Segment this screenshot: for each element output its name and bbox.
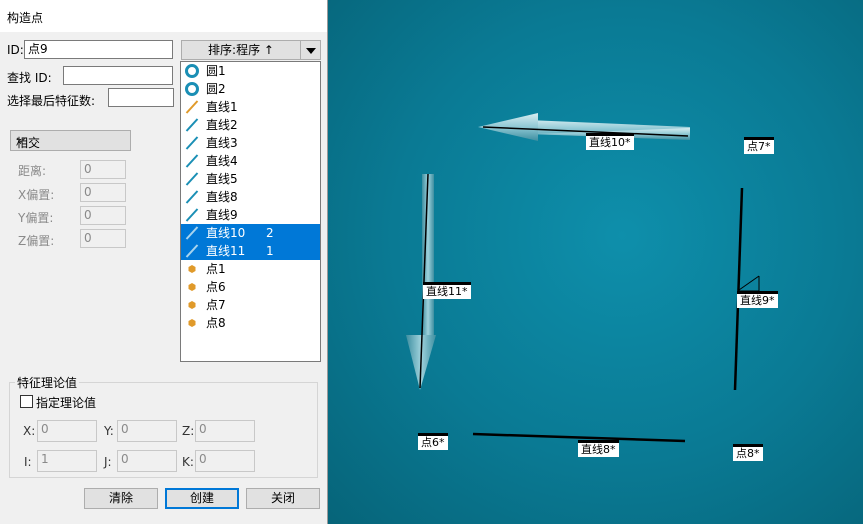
- select-last-input[interactable]: [108, 88, 174, 107]
- point-icon: [185, 316, 199, 330]
- chevron-down-icon: [16, 133, 124, 150]
- line10-arrow: [478, 113, 690, 141]
- feature-label: 直线11: [206, 244, 246, 258]
- z-offset-input[interactable]: 0: [80, 229, 126, 248]
- feature-label: 直线9: [206, 208, 238, 222]
- y-offset-label: Y偏置:: [18, 211, 54, 225]
- sort-dropdown-button[interactable]: [300, 40, 321, 60]
- sort-button[interactable]: 排序:程序 ↑: [181, 40, 301, 60]
- circle-icon: [185, 64, 199, 78]
- z-offset-label: Z偏置:: [18, 234, 55, 248]
- feature-list-item[interactable]: 点8: [181, 314, 320, 332]
- nominal-y-input[interactable]: 0: [117, 420, 177, 442]
- feature-label: 直线8: [206, 190, 238, 204]
- nominal-j-label: J:: [104, 455, 112, 469]
- feature-list-item[interactable]: 圆2: [181, 80, 320, 98]
- distance-label: 距离:: [18, 164, 47, 178]
- feature-label: 点8: [206, 316, 226, 330]
- feature-list-item[interactable]: 直线1: [181, 98, 320, 116]
- label-line10[interactable]: 直线10*: [586, 133, 634, 150]
- nominal-x-label: X:: [23, 424, 36, 438]
- label-point7[interactable]: 点7*: [744, 137, 774, 154]
- label-point8[interactable]: 点8*: [733, 444, 763, 461]
- specify-nominal-checkbox[interactable]: [20, 395, 33, 408]
- line-icon: [185, 244, 199, 258]
- line-icon: [185, 172, 199, 186]
- find-id-input[interactable]: [63, 66, 173, 85]
- method-dropdown[interactable]: 相交: [10, 130, 131, 151]
- nominal-i-label: I:: [24, 455, 32, 469]
- line-icon: [185, 136, 199, 150]
- feature-label: 直线5: [206, 172, 238, 186]
- nominal-k-input[interactable]: 0: [195, 450, 255, 472]
- feature-list-item[interactable]: 点6: [181, 278, 320, 296]
- feature-list[interactable]: 圆1 圆2 直线1 直线2 直线3 直线4 直线5 直线8 直线9 直线10 2 直线11 1 点1 点6 点…: [180, 61, 321, 362]
- x-offset-label: X偏置:: [18, 188, 55, 202]
- feature-list-item[interactable]: 直线11 1: [181, 242, 320, 260]
- construct-point-dialog: 构造点 ID: 点9 查找 ID: 选择最后特征数: 相交 距离: 0 X偏置:…: [0, 0, 328, 524]
- dialog-title: 构造点: [7, 11, 44, 25]
- circle-icon: [185, 82, 199, 96]
- feature-list-item[interactable]: 点7: [181, 296, 320, 314]
- feature-list-item[interactable]: 直线8: [181, 188, 320, 206]
- select-last-label: 选择最后特征数:: [7, 94, 96, 108]
- clear-button[interactable]: 清除: [84, 488, 158, 509]
- line-icon: [185, 154, 199, 168]
- nominal-group-title: 特征理论值: [15, 374, 80, 391]
- feature-label: 直线3: [206, 136, 238, 150]
- dialog-titlebar[interactable]: 构造点: [0, 0, 327, 32]
- label-line9[interactable]: 直线9*: [737, 291, 778, 308]
- feature-list-item[interactable]: 直线9: [181, 206, 320, 224]
- feature-label: 直线1: [206, 100, 238, 114]
- feature-label: 圆1: [206, 64, 226, 78]
- cad-viewport[interactable]: 直线10* 直线11* 直线9* 直线8* 点6* 点7* 点8*: [328, 0, 863, 524]
- feature-list-item[interactable]: 直线5: [181, 170, 320, 188]
- label-line8[interactable]: 直线8*: [578, 440, 619, 457]
- nominal-i-input[interactable]: 1: [37, 450, 97, 472]
- feature-list-item[interactable]: 直线10 2: [181, 224, 320, 242]
- feature-label: 直线4: [206, 154, 238, 168]
- nominal-z-label: Z:: [182, 424, 195, 438]
- nominal-k-label: K:: [182, 455, 194, 469]
- id-input[interactable]: 点9: [24, 40, 173, 59]
- feature-label: 点6: [206, 280, 226, 294]
- line-icon: [185, 118, 199, 132]
- feature-order: 1: [266, 244, 274, 258]
- line-icon: [185, 100, 199, 114]
- find-id-label: 查找 ID:: [7, 71, 52, 85]
- y-offset-input[interactable]: 0: [80, 206, 126, 225]
- point-icon: [185, 280, 199, 294]
- feature-list-item[interactable]: 直线3: [181, 134, 320, 152]
- feature-label: 直线10: [206, 226, 246, 240]
- nominal-j-input[interactable]: 0: [117, 450, 177, 472]
- feature-label: 直线2: [206, 118, 238, 132]
- create-button[interactable]: 创建: [165, 488, 239, 509]
- feature-list-item[interactable]: 圆1: [181, 62, 320, 80]
- nominal-x-input[interactable]: 0: [37, 420, 97, 442]
- feature-list-item[interactable]: 点1: [181, 260, 320, 278]
- line-icon: [185, 190, 199, 204]
- point-icon: [185, 298, 199, 312]
- id-label: ID:: [7, 43, 24, 57]
- label-point6[interactable]: 点6*: [418, 433, 448, 450]
- nominal-y-label: Y:: [104, 424, 114, 438]
- feature-label: 点1: [206, 262, 226, 276]
- nominal-z-input[interactable]: 0: [195, 420, 255, 442]
- feature-order: 2: [266, 226, 274, 240]
- distance-input[interactable]: 0: [80, 160, 126, 179]
- feature-label: 点7: [206, 298, 226, 312]
- close-button[interactable]: 关闭: [246, 488, 320, 509]
- feature-list-item[interactable]: 直线2: [181, 116, 320, 134]
- feature-label: 圆2: [206, 82, 226, 96]
- specify-nominal-label: 指定理论值: [36, 396, 97, 410]
- line-icon: [185, 226, 199, 240]
- x-offset-input[interactable]: 0: [80, 183, 126, 202]
- line-icon: [185, 208, 199, 222]
- label-line11[interactable]: 直线11*: [423, 282, 471, 299]
- point-icon: [185, 262, 199, 276]
- feature-list-item[interactable]: 直线4: [181, 152, 320, 170]
